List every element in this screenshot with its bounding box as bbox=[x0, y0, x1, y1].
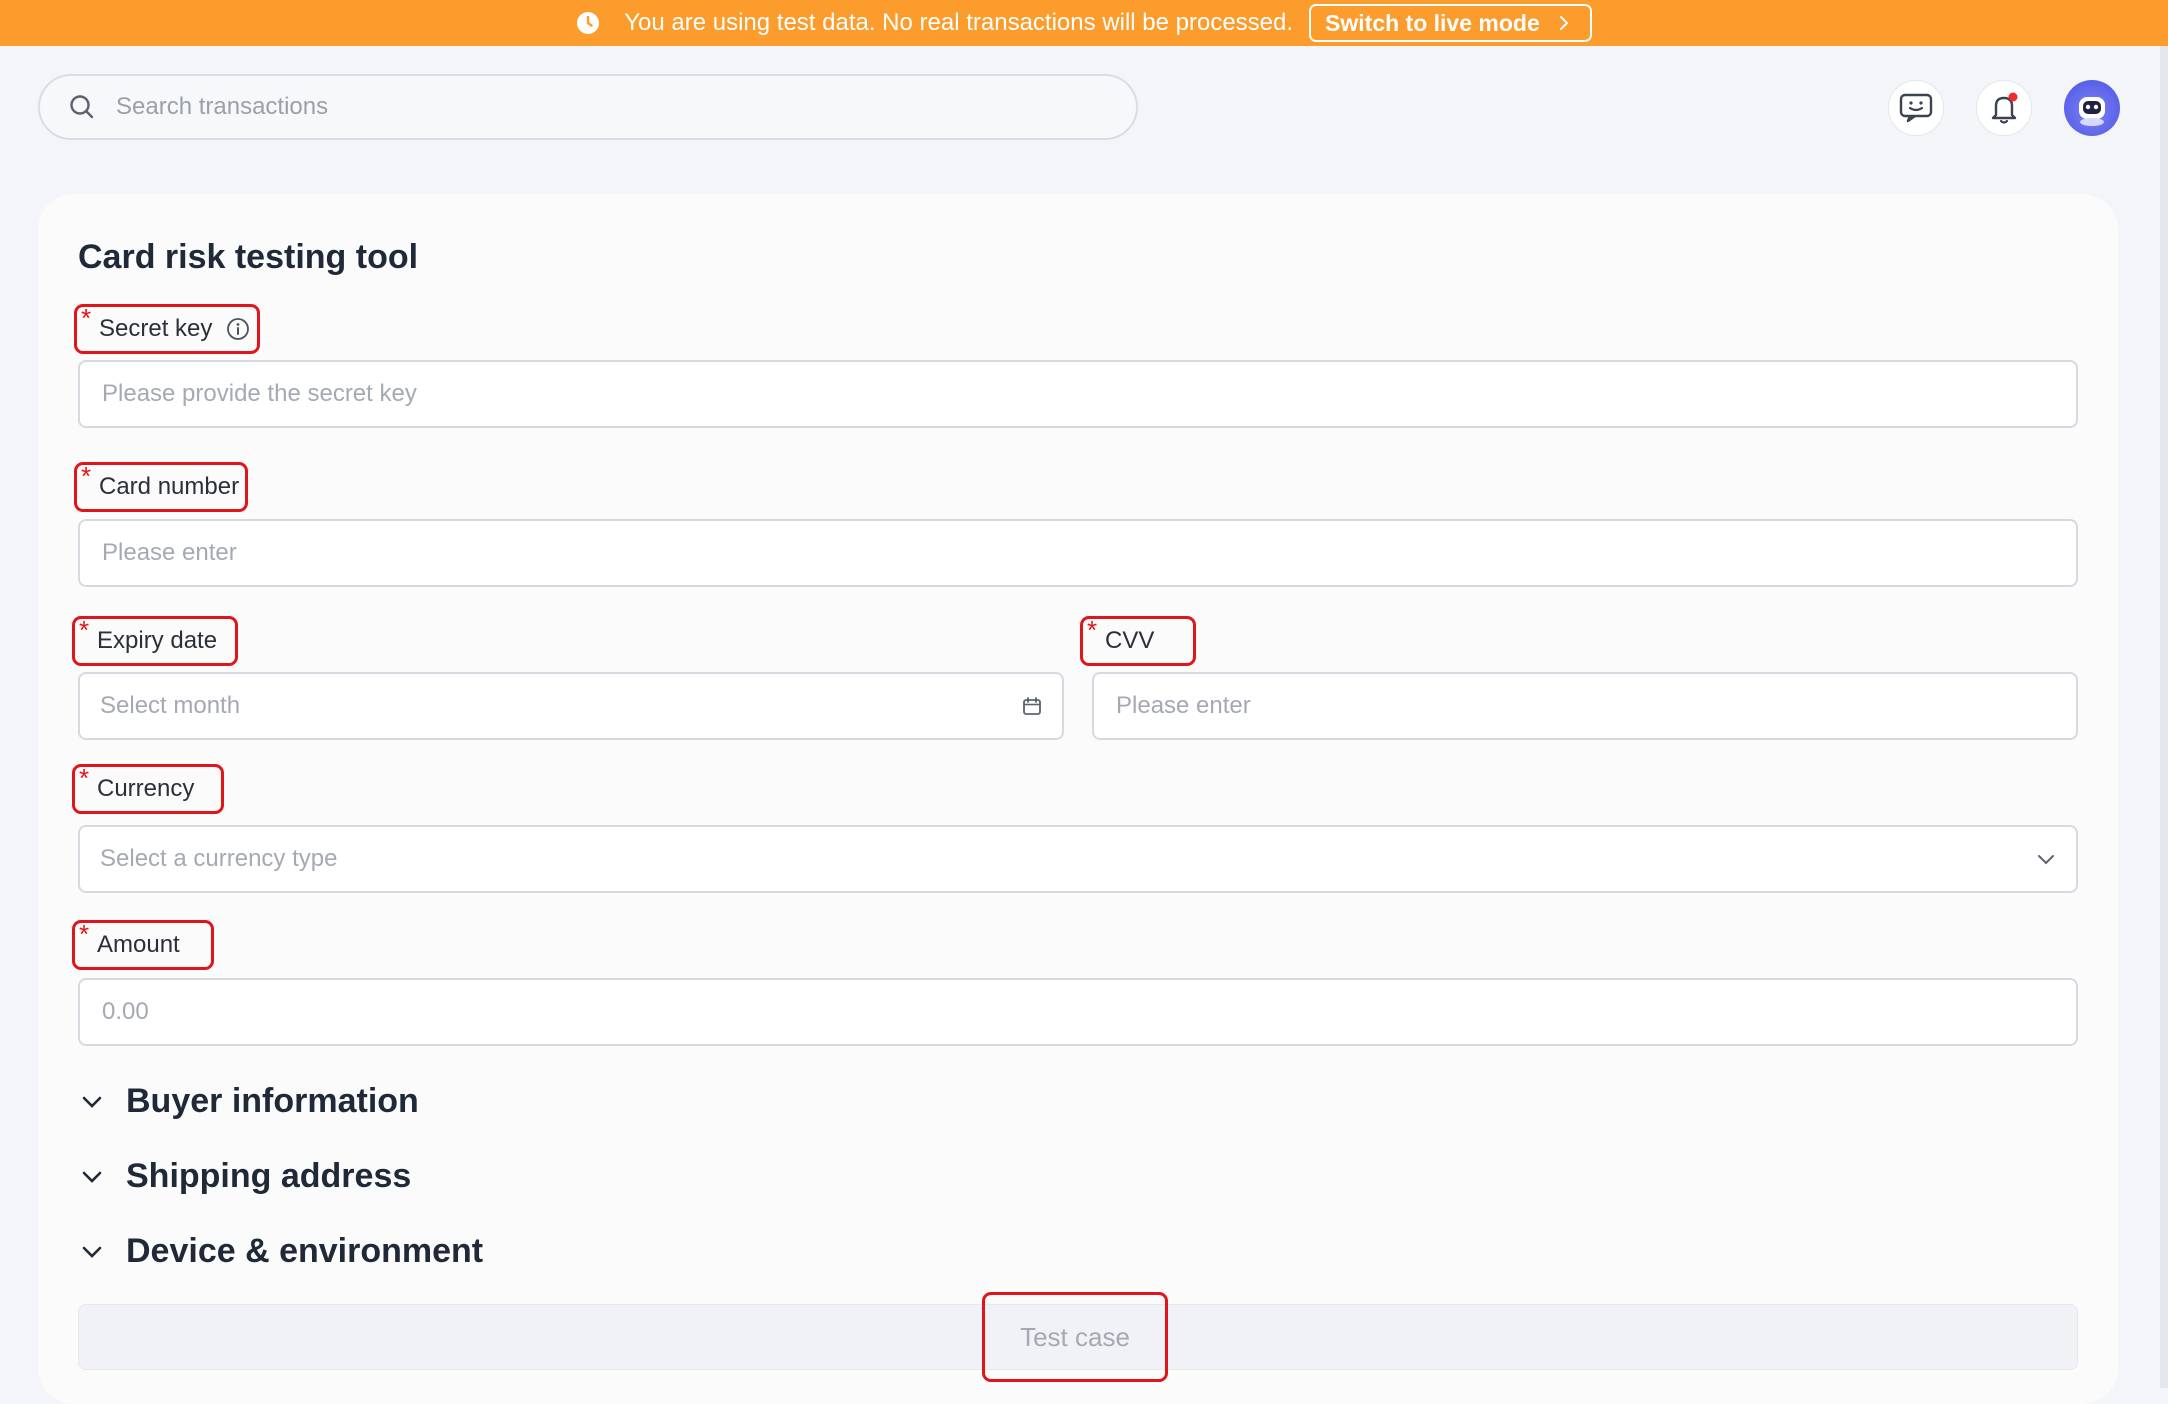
scrollbar[interactable] bbox=[2160, 46, 2168, 1388]
section-device-environment[interactable]: Device & environment bbox=[78, 1232, 483, 1271]
required-mark: * bbox=[79, 919, 90, 949]
chevron-right-icon bbox=[1558, 14, 1570, 32]
cvv-label-text: CVV bbox=[1105, 627, 1155, 654]
feedback-icon bbox=[1899, 93, 1933, 123]
test-case-button[interactable]: Test case bbox=[982, 1292, 1168, 1382]
amount-label: * Amount bbox=[72, 919, 214, 970]
currency-label: * Currency bbox=[72, 763, 224, 814]
switch-to-live-mode-label: Switch to live mode bbox=[1325, 9, 1540, 36]
banner-message: You are using test data. No real transac… bbox=[624, 9, 1294, 36]
clock-icon bbox=[576, 11, 600, 35]
card-number-field[interactable] bbox=[78, 519, 2078, 587]
required-mark: * bbox=[79, 763, 90, 793]
card-number-input[interactable] bbox=[100, 538, 2056, 568]
robot-avatar-icon bbox=[2072, 88, 2112, 128]
card-number-label: * Card number bbox=[74, 461, 248, 512]
expiry-date-placeholder: Select month bbox=[100, 692, 241, 719]
currency-label-text: Currency bbox=[97, 775, 195, 802]
chevron-down-icon bbox=[78, 1095, 106, 1109]
secret-key-input[interactable] bbox=[100, 379, 2056, 409]
secret-key-label: * Secret key bbox=[74, 303, 260, 354]
page-title: Card risk testing tool bbox=[78, 238, 419, 276]
section-label: Shipping address bbox=[126, 1157, 412, 1195]
search-input[interactable] bbox=[114, 92, 1014, 122]
bell-icon bbox=[1988, 91, 2020, 125]
required-mark: * bbox=[81, 461, 92, 491]
section-label: Device & environment bbox=[126, 1232, 484, 1270]
currency-placeholder: Select a currency type bbox=[100, 845, 338, 872]
card-number-label-text: Card number bbox=[99, 473, 240, 500]
required-mark: * bbox=[79, 615, 90, 645]
chevron-down-icon bbox=[2036, 852, 2056, 866]
section-shipping-address[interactable]: Shipping address bbox=[78, 1157, 411, 1196]
feedback-button[interactable] bbox=[1888, 80, 1944, 136]
info-icon[interactable] bbox=[226, 317, 250, 341]
chevron-down-icon bbox=[78, 1170, 106, 1184]
secret-key-label-text: Secret key bbox=[99, 315, 213, 342]
expiry-date-label: * Expiry date bbox=[72, 615, 238, 666]
required-mark: * bbox=[81, 303, 92, 333]
amount-input[interactable] bbox=[100, 997, 2056, 1027]
cvv-input[interactable] bbox=[1114, 691, 2056, 721]
switch-to-live-mode-button[interactable]: Switch to live mode bbox=[1309, 4, 1592, 42]
notifications-button[interactable] bbox=[1976, 80, 2032, 136]
search-icon bbox=[68, 93, 96, 121]
expiry-date-picker[interactable]: Select month bbox=[78, 672, 1064, 740]
secret-key-field[interactable] bbox=[78, 360, 2078, 428]
expiry-date-label-text: Expiry date bbox=[97, 627, 218, 654]
avatar[interactable] bbox=[2064, 80, 2120, 136]
calendar-icon bbox=[1022, 696, 1042, 716]
section-buyer-information[interactable]: Buyer information bbox=[78, 1082, 419, 1121]
cvv-label: * CVV bbox=[1080, 615, 1196, 666]
test-data-banner: You are using test data. No real transac… bbox=[0, 0, 2168, 46]
section-label: Buyer information bbox=[126, 1082, 419, 1120]
cvv-field[interactable] bbox=[1092, 672, 2078, 740]
required-mark: * bbox=[1087, 615, 1098, 645]
chevron-down-icon bbox=[78, 1245, 106, 1259]
amount-label-text: Amount bbox=[97, 931, 180, 958]
amount-field[interactable] bbox=[78, 978, 2078, 1046]
search-bar[interactable] bbox=[38, 74, 1138, 140]
currency-select[interactable]: Select a currency type bbox=[78, 825, 2078, 893]
